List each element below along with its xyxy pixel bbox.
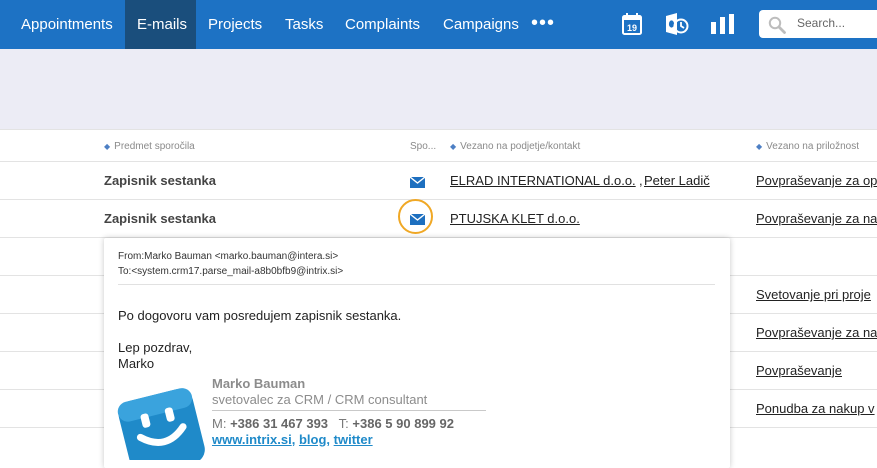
opportunity-link[interactable]: Ponudba za nakup v (756, 401, 875, 416)
top-navigation-bar: Appointments E-mails Projects Tasks Comp… (0, 0, 877, 49)
intrix-logo-icon (116, 380, 206, 468)
nav-item-campaigns[interactable]: Campaigns (431, 0, 531, 49)
bar-chart-icon[interactable] (711, 14, 735, 39)
row-divider (0, 199, 877, 200)
email-subject[interactable]: Zapisnik sestanka (104, 173, 216, 188)
search-icon[interactable] (768, 16, 786, 39)
opportunity-link[interactable]: Svetovanje pri proje (756, 287, 871, 302)
outlook-sync-icon[interactable] (664, 12, 690, 41)
website-link[interactable]: www.intrix.si (212, 432, 292, 447)
opportunity-link[interactable]: Povpraševanje za op (756, 173, 877, 188)
search-input[interactable] (797, 16, 877, 30)
email-sender-name: Marko (118, 356, 155, 371)
header-divider (118, 284, 715, 285)
highlight-ring (398, 199, 433, 234)
envelope-icon[interactable] (409, 175, 426, 193)
row-divider (0, 129, 877, 130)
column-header-related[interactable]: ◆ Vezano na podjetje/kontakt (450, 141, 580, 152)
nav-item-projects[interactable]: Projects (196, 0, 274, 49)
nav-item-tasks[interactable]: Tasks (273, 0, 335, 49)
phone-label: T: (338, 416, 349, 431)
company-link[interactable]: ELRAD INTERNATIONAL d.o.o. (450, 173, 636, 188)
blog-link[interactable]: blog (299, 432, 326, 447)
nav-item-appointments[interactable]: Appointments (9, 0, 125, 49)
separator: , (639, 173, 643, 188)
row-divider (0, 161, 877, 162)
column-header-sent[interactable]: Spo... (410, 141, 436, 152)
calendar-day-number: 19 (627, 23, 637, 33)
email-preview-popup: From:Marko Bauman <marko.bauman@intera.s… (104, 238, 730, 468)
nav-item-complaints[interactable]: Complaints (333, 0, 432, 49)
email-subject[interactable]: Zapisnik sestanka (104, 211, 216, 226)
separator: , (291, 432, 296, 447)
toolbar-area (0, 49, 877, 129)
calendar-icon[interactable]: 19 (622, 13, 642, 40)
column-header-opportunity[interactable]: ◆ Vezano na priložnost (756, 141, 859, 152)
email-to: To:<system.crm17.parse_mail-a8b0bfb9@int… (118, 266, 344, 277)
sort-icon: ◆ (104, 142, 111, 151)
signature-title: svetovalec za CRM / CRM consultant (212, 392, 428, 407)
nav-item-emails[interactable]: E-mails (125, 0, 196, 49)
signature-links: www.intrix.si, blog, twitter (212, 432, 373, 447)
twitter-link[interactable]: twitter (334, 432, 373, 447)
mobile-number: +386 31 467 393 (230, 416, 329, 431)
sort-icon: ◆ (450, 142, 457, 151)
separator: , (326, 432, 331, 447)
sort-icon: ◆ (756, 142, 763, 151)
opportunity-link[interactable]: Povpraševanje (756, 363, 842, 378)
column-header-label: Vezano na podjetje/kontakt (460, 141, 581, 152)
phone-number: +386 5 90 899 92 (352, 416, 454, 431)
column-header-label: Vezano na priložnost (766, 141, 859, 152)
search-box (759, 10, 877, 38)
email-from: From:Marko Bauman <marko.bauman@intera.s… (118, 251, 339, 262)
contact-link[interactable]: Peter Ladič (644, 173, 710, 188)
opportunity-link[interactable]: Povpraševanje za na (756, 325, 877, 340)
signature-name: Marko Bauman (212, 376, 306, 391)
company-link[interactable]: PTUJSKA KLET d.o.o. (450, 211, 580, 226)
more-dots-icon[interactable]: ••• (531, 0, 555, 49)
mobile-label: M: (212, 416, 227, 431)
email-body-text: Po dogovoru vam posredujem zapisnik sest… (118, 308, 402, 323)
signature-phones: M: +386 31 467 393 T: +386 5 90 899 92 (212, 416, 454, 431)
column-header-subject[interactable]: ◆ Predmet sporočila (104, 141, 195, 152)
column-header-label: Predmet sporočila (114, 141, 195, 152)
email-greeting: Lep pozdrav, (118, 340, 193, 355)
signature-divider (212, 410, 486, 411)
opportunity-link[interactable]: Povpraševanje za na (756, 211, 877, 226)
